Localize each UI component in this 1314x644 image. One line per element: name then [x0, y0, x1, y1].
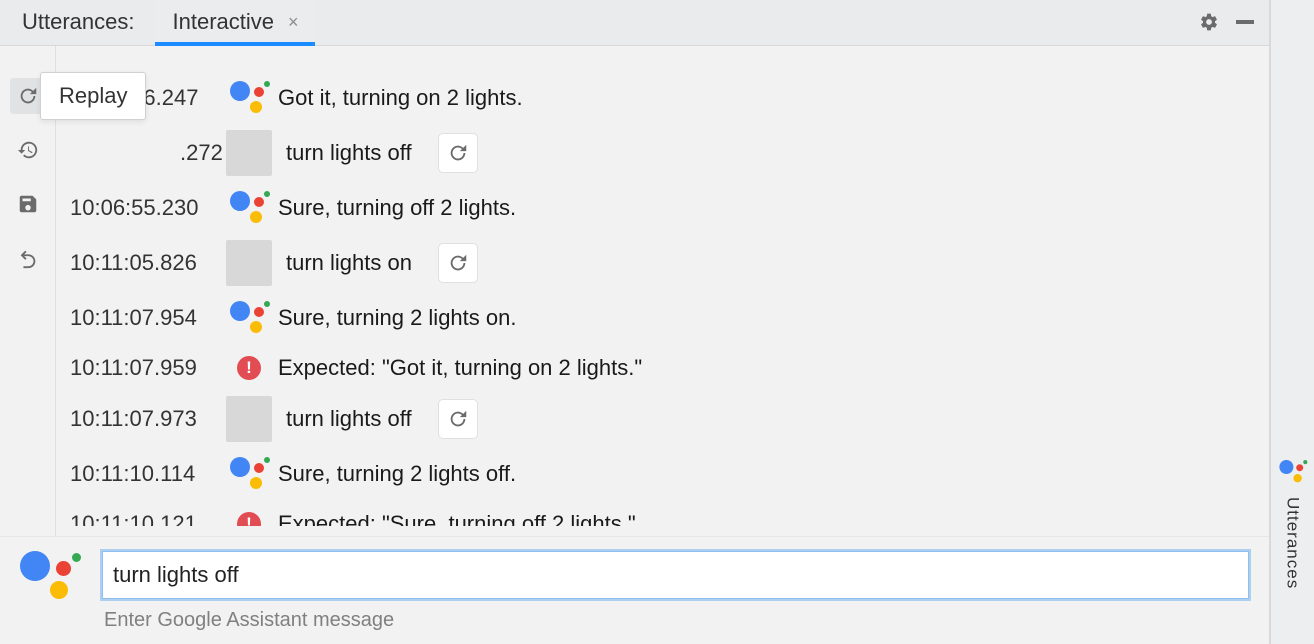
- assistant-logo-icon: [228, 301, 270, 335]
- log-row: 10:11:10.114 Sure, turning 2 lights off.: [70, 452, 1259, 496]
- tab-bar: Utterances: Interactive ×: [0, 0, 1269, 46]
- timestamp: 10:11:10.114: [70, 461, 220, 487]
- log-row: 10:11:07.973 turn lights off: [70, 396, 1259, 442]
- replay-tool-button[interactable]: [10, 78, 46, 114]
- message: turn lights off: [278, 399, 1259, 439]
- message-text: Expected: "Got it, turning on 2 lights.": [278, 355, 642, 381]
- avatar-slot: [220, 81, 278, 115]
- assistant-logo-icon: [228, 457, 270, 491]
- user-avatar: [226, 396, 272, 442]
- tabbar-title: Utterances:: [12, 9, 145, 35]
- message-text: Got it, turning on 2 lights.: [278, 85, 523, 111]
- undo-icon: [17, 247, 39, 269]
- message: Got it, turning on 2 lights.: [278, 85, 1259, 111]
- message: Expected: "Sure, turning off 2 lights.": [278, 511, 1259, 526]
- log-row: 10:04:36.247 Got it, turning on 2 lights…: [70, 76, 1259, 120]
- log-row: 10:11:07.959 ! Expected: "Got it, turnin…: [70, 350, 1259, 386]
- message: Sure, turning 2 lights on.: [278, 305, 1259, 331]
- log-row: 10:11:05.826 turn lights on: [70, 240, 1259, 286]
- error-icon: !: [237, 356, 261, 380]
- history-tool-button[interactable]: [10, 132, 46, 168]
- avatar-slot: [220, 457, 278, 491]
- history-icon: [17, 139, 39, 161]
- log-row: .272 turn lights off: [70, 130, 1259, 176]
- message-text: turn lights off: [286, 140, 412, 166]
- message: turn lights on: [278, 243, 1259, 283]
- assistant-logo-icon: [1278, 460, 1299, 477]
- left-toolbar: Replay: [0, 46, 56, 536]
- replay-utterance-button[interactable]: [438, 399, 478, 439]
- message-text: Expected: "Sure, turning off 2 lights.": [278, 511, 636, 526]
- timestamp: 10:04:36.247: [70, 85, 220, 111]
- log-row: 10:11:07.954 Sure, turning 2 lights on.: [70, 296, 1259, 340]
- timestamp: .272: [70, 140, 220, 166]
- replay-utterance-button[interactable]: [438, 243, 478, 283]
- log-row: 10:11:10.121 ! Expected: "Sure, turning …: [70, 506, 1259, 526]
- undo-tool-button[interactable]: [10, 240, 46, 276]
- settings-button[interactable]: [1195, 8, 1223, 36]
- message-text: Sure, turning 2 lights off.: [278, 461, 516, 487]
- minimize-icon: [1236, 20, 1254, 24]
- tab-label: Interactive: [173, 9, 275, 35]
- timestamp: 10:06:55.230: [70, 195, 220, 221]
- timestamp: 10:11:07.973: [70, 406, 220, 432]
- user-avatar: [226, 240, 272, 286]
- save-icon: [17, 193, 39, 215]
- avatar-slot: [220, 130, 278, 176]
- user-avatar: [226, 130, 272, 176]
- error-icon: !: [237, 512, 261, 526]
- input-helper-text: Enter Google Assistant message: [102, 609, 1249, 632]
- assistant-logo-icon: [228, 191, 270, 225]
- log-wrap: 10:04:36.247 Got it, turning on 2 lights…: [56, 46, 1269, 536]
- right-rail-label: Utterances: [1283, 497, 1303, 589]
- avatar-slot: [220, 191, 278, 225]
- tab-interactive[interactable]: Interactive ×: [155, 0, 315, 45]
- timestamp: 10:11:05.826: [70, 250, 220, 276]
- minimize-button[interactable]: [1231, 8, 1259, 36]
- replay-utterance-button[interactable]: [438, 133, 478, 173]
- message-text: turn lights on: [286, 250, 412, 276]
- timestamp: 10:11:10.121: [70, 511, 220, 526]
- message-text: Sure, turning off 2 lights.: [278, 195, 516, 221]
- refresh-icon: [447, 252, 469, 274]
- message-text: Sure, turning 2 lights on.: [278, 305, 516, 331]
- timestamp: 10:11:07.954: [70, 305, 220, 331]
- assistant-logo-icon: [228, 81, 270, 115]
- avatar-slot: !: [220, 512, 278, 526]
- avatar-slot: [220, 301, 278, 335]
- message-input[interactable]: [102, 551, 1249, 599]
- refresh-icon: [447, 142, 469, 164]
- refresh-icon: [17, 85, 39, 107]
- save-tool-button[interactable]: [10, 186, 46, 222]
- message: Sure, turning off 2 lights.: [278, 195, 1259, 221]
- gear-icon: [1199, 12, 1219, 32]
- body: Replay 10:04:36.247 Got it, turning on 2…: [0, 46, 1269, 536]
- refresh-icon: [447, 408, 469, 430]
- message: turn lights off: [278, 133, 1259, 173]
- avatar-slot: !: [220, 356, 278, 380]
- app-root: Utterances: Interactive ×: [0, 0, 1314, 644]
- main-panel: Utterances: Interactive ×: [0, 0, 1270, 644]
- input-area: Enter Google Assistant message: [0, 536, 1269, 644]
- right-rail[interactable]: Utterances: [1270, 0, 1314, 644]
- input-column: Enter Google Assistant message: [102, 551, 1249, 632]
- timestamp: 10:11:07.959: [70, 355, 220, 381]
- avatar-slot: [220, 240, 278, 286]
- avatar-slot: [220, 396, 278, 442]
- assistant-logo-icon: [20, 551, 82, 601]
- close-icon[interactable]: ×: [288, 12, 299, 33]
- message: Expected: "Got it, turning on 2 lights.": [278, 355, 1259, 381]
- conversation-log: 10:04:36.247 Got it, turning on 2 lights…: [70, 76, 1259, 526]
- rail-logo: [1278, 460, 1308, 489]
- message-text: turn lights off: [286, 406, 412, 432]
- log-row: 10:06:55.230 Sure, turning off 2 lights.: [70, 186, 1259, 230]
- message: Sure, turning 2 lights off.: [278, 461, 1259, 487]
